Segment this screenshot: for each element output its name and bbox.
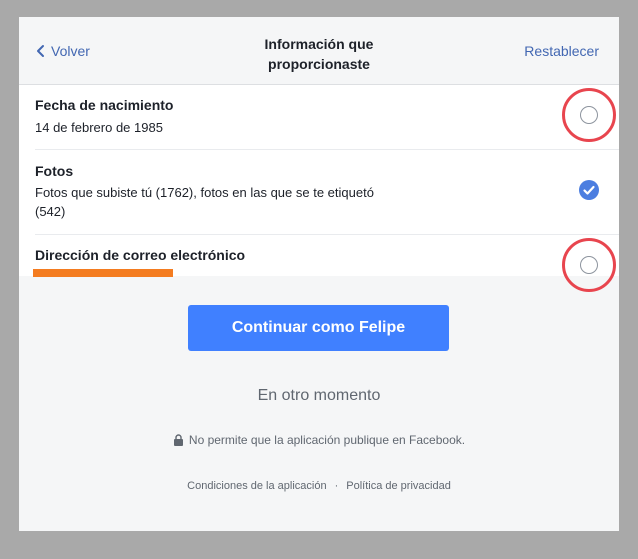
reset-button[interactable]: Restablecer (524, 43, 599, 59)
permission-label: Fecha de nacimiento (35, 97, 174, 113)
dialog-header: Volver Información que proporcionaste Re… (19, 17, 619, 85)
highlight-circle (562, 88, 616, 142)
chevron-left-icon (37, 45, 44, 57)
posting-notice: No permite que la aplicación publique en… (19, 433, 619, 447)
footer-links: Condiciones de la aplicación · Política … (19, 480, 619, 492)
checkmark-icon (583, 185, 595, 195)
permission-label: Dirección de correo electrónico (35, 247, 246, 263)
redaction-bar (33, 269, 173, 277)
permission-row-birthday[interactable]: Fecha de nacimiento 14 de febrero de 198… (19, 85, 619, 150)
dialog-title: Información que proporcionaste (264, 36, 374, 72)
later-button[interactable]: En otro momento (19, 387, 619, 405)
permission-row-photos[interactable]: Fotos Fotos que subiste tú (1762), fotos… (19, 150, 619, 235)
privacy-policy-link[interactable]: Política de privacidad (346, 480, 451, 492)
permissions-dialog: Volver Información que proporcionaste Re… (19, 17, 619, 531)
footer-separator: · (334, 480, 339, 492)
lock-icon (173, 434, 183, 446)
notice-text: No permite que la aplicación publique en… (188, 433, 466, 447)
highlight-circle (562, 238, 616, 292)
app-terms-link[interactable]: Condiciones de la aplicación (187, 480, 326, 492)
photos-checkbox[interactable] (579, 180, 599, 200)
continue-button[interactable]: Continuar como Felipe (188, 305, 449, 351)
permission-value: 14 de febrero de 1985 (35, 120, 163, 135)
back-button[interactable]: Volver (35, 43, 90, 59)
permission-label: Fotos (35, 163, 74, 179)
back-label: Volver (51, 43, 90, 59)
permission-value: Fotos que subiste tú (1762), fotos en la… (35, 185, 374, 219)
permission-list: Fecha de nacimiento 14 de febrero de 198… (19, 85, 619, 276)
